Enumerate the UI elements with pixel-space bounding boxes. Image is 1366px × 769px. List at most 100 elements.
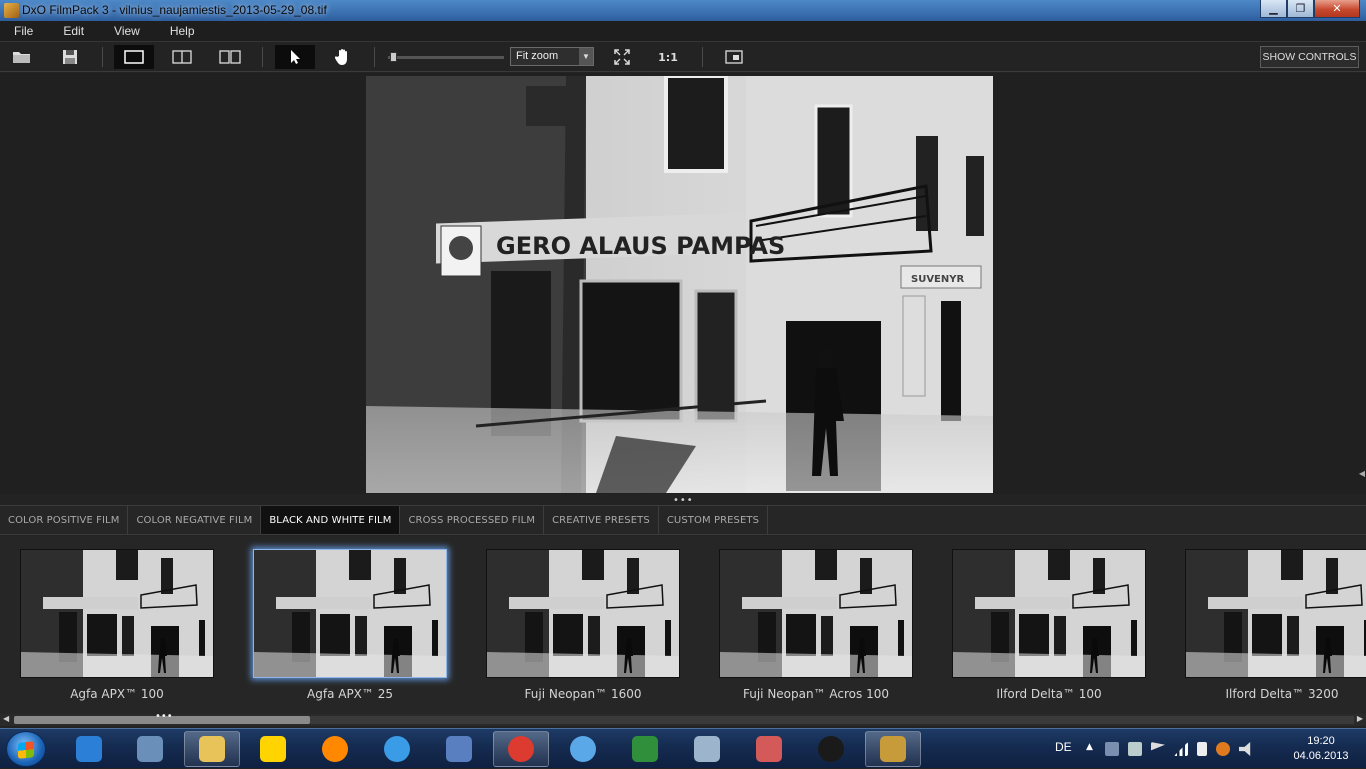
taskbar-teamviewer-button[interactable] — [61, 731, 117, 767]
taskbar-safari-button[interactable] — [555, 731, 611, 767]
calculator-icon — [694, 736, 720, 762]
explorer-icon — [199, 736, 225, 762]
show-controls-button[interactable]: SHOW CONTROLS — [1260, 46, 1359, 68]
side-by-side-button[interactable] — [210, 45, 250, 69]
film-category-tabs: COLOR POSITIVE FILM COLOR NEGATIVE FILM … — [0, 505, 1366, 535]
film-thumbnail[interactable] — [20, 549, 214, 678]
menu-edit[interactable]: Edit — [63, 24, 84, 38]
film-preset-label: Ilford Delta™ 100 — [996, 687, 1102, 701]
action-center-flag-icon[interactable] — [1151, 742, 1165, 751]
tab-custom-presets[interactable]: CUSTOM PRESETS — [659, 506, 769, 534]
scroll-left-arrow-icon[interactable]: ◀ — [3, 714, 9, 723]
taskbar-snipping-button[interactable] — [741, 731, 797, 767]
scroll-grip-icon: ••• — [155, 711, 173, 722]
hand-tool-button[interactable] — [323, 45, 363, 69]
tray-app-orange-icon[interactable] — [1216, 742, 1230, 756]
film-preset-3[interactable]: Fuji Neopan™ Acros 100 — [719, 549, 913, 701]
language-indicator[interactable]: DE — [1055, 740, 1072, 754]
taskbar-explorer-button[interactable] — [184, 731, 240, 767]
film-strip-scrollbar[interactable]: ◀ ••• ▶ — [0, 711, 1366, 726]
taskbar-solitaire-button[interactable] — [617, 731, 673, 767]
app-icon — [4, 3, 19, 18]
film-preset-label: Ilford Delta™ 3200 — [1225, 687, 1339, 701]
taskbar-chrome-button[interactable] — [493, 731, 549, 767]
minimize-button[interactable]: ▁ — [1260, 0, 1287, 18]
film-thumbnail[interactable] — [253, 549, 447, 678]
film-preset-5[interactable]: Ilford Delta™ 3200 — [1185, 549, 1366, 701]
battery-icon[interactable] — [1197, 742, 1207, 756]
chrome-icon — [508, 736, 534, 762]
folder-icon — [13, 52, 30, 63]
zoom-slider[interactable] — [388, 52, 504, 62]
taskbar-calculator-button[interactable] — [679, 731, 735, 767]
film-preset-0[interactable]: Agfa APX™ 100 — [20, 549, 214, 701]
panel-toggle-button[interactable] — [720, 45, 748, 69]
signal-strength-icon[interactable] — [1174, 742, 1188, 756]
maximize-button[interactable]: ❐ — [1287, 0, 1314, 18]
zoom-slider-handle[interactable] — [390, 52, 397, 62]
film-preset-label: Fuji Neopan™ Acros 100 — [742, 687, 889, 701]
tray-expand-icon[interactable]: ▲ — [1086, 742, 1096, 756]
menu-bar: File Edit View Help — [0, 21, 1366, 42]
fullscreen-button[interactable] — [608, 45, 636, 69]
panel-expand-arrow-icon[interactable]: ◀ — [1359, 469, 1365, 478]
system-clock[interactable]: 19:20 04.06.2013 — [1290, 734, 1352, 764]
save-button[interactable] — [56, 45, 84, 69]
clock-time: 19:20 — [1307, 735, 1335, 747]
menu-help[interactable]: Help — [170, 24, 195, 38]
scroll-right-arrow-icon[interactable]: ▶ — [1357, 714, 1363, 723]
close-button[interactable]: ✕ — [1314, 0, 1360, 18]
chevron-down-icon[interactable]: ▼ — [579, 48, 593, 65]
film-preset-label: Agfa APX™ 100 — [70, 687, 164, 701]
lidl-mobile-icon — [260, 736, 286, 762]
taskbar-camera-app-button[interactable] — [803, 731, 859, 767]
safari-icon — [570, 736, 596, 762]
split-view-button[interactable] — [162, 45, 202, 69]
taskbar-itunes-button[interactable] — [369, 731, 425, 767]
taskbar-virtualbox-button[interactable] — [122, 731, 178, 767]
open-folder-button[interactable] — [8, 45, 36, 69]
tab-creative-presets[interactable]: CREATIVE PRESETS — [544, 506, 659, 534]
panel-icon — [725, 50, 743, 64]
film-preset-2[interactable]: Fuji Neopan™ 1600 — [486, 549, 680, 701]
zoom-select[interactable]: Fit zoom ▼ — [510, 47, 594, 66]
taskbar-filmpack-button[interactable] — [865, 731, 921, 767]
small-sign-text: SUVENYR — [911, 274, 965, 285]
film-thumbnail[interactable] — [719, 549, 913, 678]
film-thumbnail[interactable] — [486, 549, 680, 678]
system-tray: ▲ — [1086, 729, 1262, 769]
film-preset-4[interactable]: Ilford Delta™ 100 — [952, 549, 1146, 701]
film-preset-1[interactable]: Agfa APX™ 25 — [253, 549, 447, 701]
volume-icon[interactable] — [1239, 742, 1251, 756]
itunes-icon — [384, 736, 410, 762]
tray-app-icon[interactable] — [1105, 742, 1119, 756]
toolbar: Fit zoom ▼ 1:1 SHOW CONTROLS — [0, 42, 1366, 72]
single-view-button[interactable] — [114, 45, 154, 69]
tray-network-drive-icon[interactable] — [1128, 742, 1142, 756]
image-viewer[interactable]: GERO ALAUS PAMPAS SUVENYR ◀ — [0, 73, 1366, 494]
snipping-icon — [756, 736, 782, 762]
film-thumbnail[interactable] — [1185, 549, 1366, 678]
menu-file[interactable]: File — [14, 24, 33, 38]
tab-color-negative-film[interactable]: COLOR NEGATIVE FILM — [128, 506, 262, 534]
taskbar-vlc-button[interactable] — [307, 731, 363, 767]
zoom-value: Fit zoom — [516, 50, 559, 62]
taskbar-lidl-mobile-button[interactable] — [245, 731, 301, 767]
side-by-side-icon — [219, 50, 241, 64]
cursor-arrow-icon — [291, 50, 300, 64]
start-button[interactable] — [6, 731, 46, 767]
taskbar-thunderbird-button[interactable] — [431, 731, 487, 767]
tab-cross-processed-film[interactable]: CROSS PROCESSED FILM — [400, 506, 545, 534]
film-thumbnail[interactable] — [952, 549, 1146, 678]
save-icon — [63, 50, 77, 64]
toolbar-separator — [374, 47, 375, 67]
tab-black-and-white-film[interactable]: BLACK AND WHITE FILM — [261, 506, 401, 534]
shop-sign-text: GERO ALAUS PAMPAS — [496, 232, 785, 260]
tab-color-positive-film[interactable]: COLOR POSITIVE FILM — [0, 506, 129, 534]
select-tool-button[interactable] — [275, 45, 315, 69]
expand-icon — [614, 49, 630, 65]
film-preset-label: Fuji Neopan™ 1600 — [524, 687, 642, 701]
one-to-one-button[interactable]: 1:1 — [654, 45, 682, 69]
menu-view[interactable]: View — [114, 24, 140, 38]
film-preset-label: Agfa APX™ 25 — [307, 687, 393, 701]
